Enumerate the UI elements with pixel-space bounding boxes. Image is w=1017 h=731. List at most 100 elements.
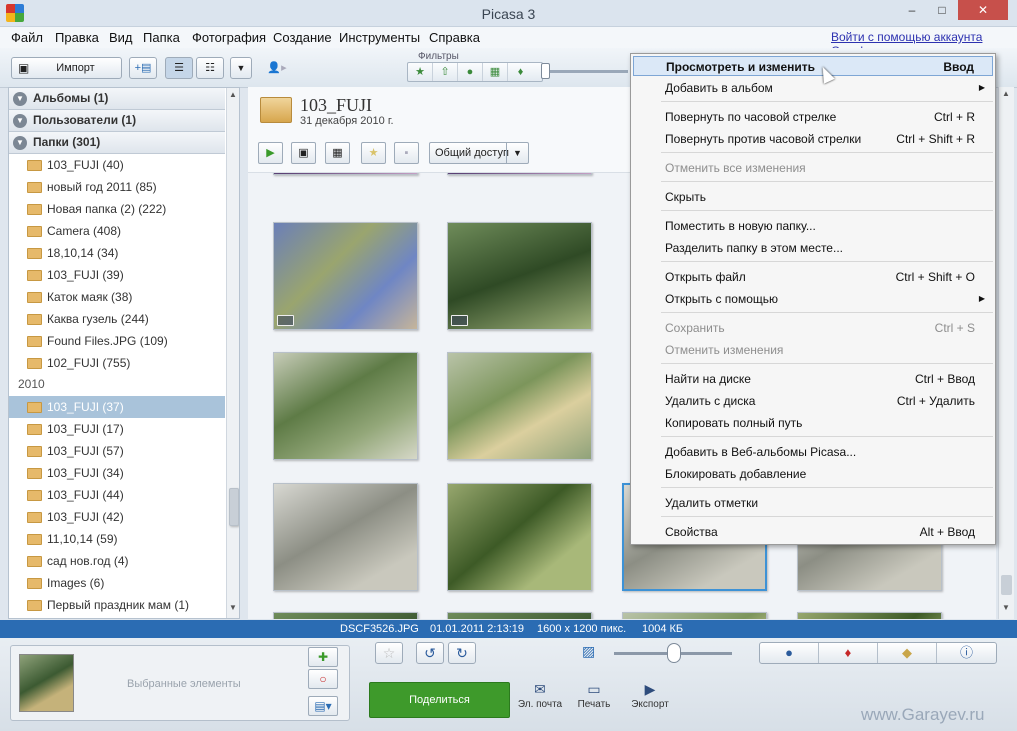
- rotate-cw-button[interactable]: ↻: [448, 642, 476, 664]
- add-to-album-button[interactable]: +▤: [129, 57, 157, 79]
- menu-item-move-new-folder[interactable]: Поместить в новую папку...: [633, 216, 993, 236]
- menu-item-block-upload[interactable]: Блокировать добавление: [633, 464, 993, 484]
- list-view-button[interactable]: ☰: [165, 57, 193, 79]
- star-button[interactable]: ☆: [375, 642, 403, 664]
- star-filter-icon[interactable]: ★: [408, 63, 433, 81]
- menu-item-hide[interactable]: Скрыть: [633, 187, 993, 207]
- rotate-ccw-button[interactable]: ↺: [416, 642, 444, 664]
- photo-grid-scrollbar[interactable]: ▲ ▼: [998, 87, 1014, 619]
- tree-view-button[interactable]: ☷: [196, 57, 224, 79]
- zoom-slider-knob[interactable]: [667, 643, 681, 663]
- folder-item[interactable]: Found Files.JPG (109): [9, 330, 225, 352]
- folder-item[interactable]: 103_FUJI (44): [9, 484, 225, 506]
- scroll-up-icon[interactable]: ▲: [229, 90, 237, 99]
- menu-tools[interactable]: Инструменты: [339, 30, 420, 45]
- folder-item[interactable]: 103_FUJI (42): [9, 506, 225, 528]
- menu-item-delete-from-disk[interactable]: Удалить с диска Ctrl + Удалить: [633, 391, 993, 411]
- photo-thumbnail[interactable]: [447, 483, 592, 591]
- folder-item[interactable]: 103_FUJI (39): [9, 264, 225, 286]
- collapse-icon[interactable]: ▼: [13, 114, 27, 128]
- view-dropdown-button[interactable]: ▼: [230, 57, 252, 79]
- menu-item-rotate-ccw[interactable]: Повернуть против часовой стрелки Ctrl + S…: [633, 129, 993, 149]
- folder-list-scrollbar[interactable]: ▲ ▼: [226, 88, 239, 618]
- group-folders[interactable]: ▼ Папки (301): [9, 132, 225, 154]
- photo-thumbnail[interactable]: [273, 612, 418, 619]
- tags-tab-icon[interactable]: ◆: [878, 643, 937, 663]
- folder-item[interactable]: новый год 2011 (85): [9, 176, 225, 198]
- menu-item-rotate-cw[interactable]: Повернуть по часовой стрелке Ctrl + R: [633, 107, 993, 127]
- people-button[interactable]: 👤▸: [259, 57, 295, 79]
- geotag-filter-icon[interactable]: ♦: [508, 63, 533, 81]
- photo-thumbnail[interactable]: [447, 352, 592, 460]
- info-tab-icon[interactable]: ⓘ: [937, 643, 996, 663]
- group-people[interactable]: ▼ Пользователи (1): [9, 110, 225, 132]
- menu-item-undo-all[interactable]: Отменить все изменения: [633, 158, 993, 178]
- scrollbar-thumb[interactable]: [1001, 575, 1012, 595]
- folder-item[interactable]: Каток маяк (38): [9, 286, 225, 308]
- collapse-icon[interactable]: ▼: [13, 136, 27, 150]
- import-button[interactable]: ▣ Импорт: [11, 57, 122, 79]
- menu-file[interactable]: Файл: [11, 30, 43, 45]
- folder-item[interactable]: 11,10,14 (59): [9, 528, 225, 550]
- folder-item[interactable]: сад нов.год (4): [9, 550, 225, 572]
- scroll-down-icon[interactable]: ▼: [1002, 603, 1010, 612]
- chevron-down-icon[interactable]: ▼: [506, 143, 528, 163]
- folder-item[interactable]: 103_FUJI (34): [9, 462, 225, 484]
- email-button[interactable]: ✉ Эл. почта: [512, 681, 568, 710]
- folder-item[interactable]: 18,10,14 (34): [9, 242, 225, 264]
- menu-item-undo-changes[interactable]: Отменить изменения: [633, 340, 993, 360]
- save-button[interactable]: ▪: [394, 142, 419, 164]
- places-tab-icon[interactable]: ♦: [819, 643, 878, 663]
- scroll-up-icon[interactable]: ▲: [1002, 89, 1010, 98]
- upload-filter-icon[interactable]: ⇧: [433, 63, 458, 81]
- menu-photo[interactable]: Фотография: [192, 30, 266, 45]
- photo-thumbnail[interactable]: [447, 612, 592, 619]
- print-button[interactable]: ▭ Печать: [566, 681, 622, 710]
- menu-item-view-edit[interactable]: Просмотреть и изменить Ввод: [633, 56, 993, 76]
- menu-item-save[interactable]: Сохранить Ctrl + S: [633, 318, 993, 338]
- minimize-button[interactable]: –: [898, 0, 926, 20]
- photo-thumbnail[interactable]: [273, 222, 418, 330]
- folder-item-selected[interactable]: 103_FUJI (37): [9, 396, 225, 418]
- share-access-button[interactable]: Общий доступ ▼: [429, 142, 529, 164]
- menu-item-add-web-albums[interactable]: Добавить в Веб-альбомы Picasa...: [633, 442, 993, 462]
- hold-button[interactable]: ✚: [308, 647, 338, 667]
- menu-item-open-file[interactable]: Открыть файл Ctrl + Shift + O: [633, 267, 993, 287]
- star-button[interactable]: ★: [361, 142, 386, 164]
- maximize-button[interactable]: □: [928, 0, 956, 20]
- menu-view[interactable]: Вид: [109, 30, 133, 45]
- folder-item[interactable]: 103_FUJI (17): [9, 418, 225, 440]
- scroll-down-icon[interactable]: ▼: [229, 603, 237, 612]
- menu-item-add-to-album[interactable]: Добавить в альбом ▶: [633, 78, 993, 98]
- collage-button[interactable]: ▣: [291, 142, 316, 164]
- person-filter-icon[interactable]: ●: [458, 63, 483, 81]
- scrollbar-thumb[interactable]: [229, 488, 239, 526]
- slideshow-button[interactable]: ▶: [258, 142, 283, 164]
- photo-thumbnail[interactable]: [273, 483, 418, 591]
- menu-item-locate-on-disk[interactable]: Найти на диске Ctrl + Ввод: [633, 369, 993, 389]
- folder-item[interactable]: 102_FUJI (755): [9, 352, 225, 374]
- clear-button[interactable]: ○: [308, 669, 338, 689]
- folder-item[interactable]: 103_FUJI (40): [9, 154, 225, 176]
- photo-thumbnail[interactable]: [447, 222, 592, 330]
- menu-item-remove-tags[interactable]: Удалить отметки: [633, 493, 993, 513]
- photo-thumbnail[interactable]: [273, 352, 418, 460]
- menu-item-copy-path[interactable]: Копировать полный путь: [633, 413, 993, 433]
- export-button[interactable]: ▶ Экспорт: [622, 681, 678, 710]
- movie-filter-icon[interactable]: ▦: [483, 63, 508, 81]
- folder-item[interactable]: Каква гузель (244): [9, 308, 225, 330]
- folder-item[interactable]: 103_FUJI (57): [9, 440, 225, 462]
- photo-thumbnail[interactable]: [622, 612, 767, 619]
- group-albums[interactable]: ▼ Альбомы (1): [9, 88, 225, 110]
- selected-photo-thumbnail[interactable]: [19, 654, 74, 712]
- folder-item[interactable]: Первый праздник мам (1): [9, 594, 225, 616]
- menu-create[interactable]: Создание: [273, 30, 332, 45]
- people-tab-icon[interactable]: ●: [760, 643, 819, 663]
- filter-slider-knob[interactable]: [541, 63, 550, 79]
- photo-thumbnail[interactable]: [797, 612, 942, 619]
- menu-item-split-folder[interactable]: Разделить папку в этом месте...: [633, 238, 993, 258]
- movie-button[interactable]: ▦: [325, 142, 350, 164]
- menu-item-open-with[interactable]: Открыть с помощью ▶: [633, 289, 993, 309]
- close-button[interactable]: ✕: [958, 0, 1008, 20]
- tray-options-button[interactable]: ▤▾: [308, 696, 338, 716]
